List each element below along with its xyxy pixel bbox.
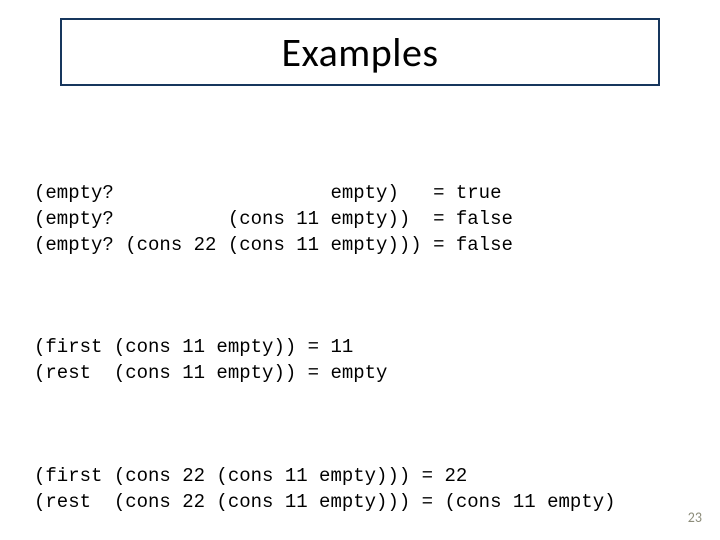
code-line: (rest (cons 22 (cons 11 empty))) = (cons… [34,491,616,513]
code-line: (empty? empty) = true [34,182,501,204]
slide-title: Examples [282,28,439,77]
page-number: 23 [688,509,702,526]
code-line: (rest (cons 11 empty)) = empty [34,362,387,384]
example-block-first-rest-2: (first (cons 22 (cons 11 empty))) = 22 (… [34,464,694,515]
example-block-first-rest-1: (first (cons 11 empty)) = 11 (rest (cons… [34,335,694,386]
title-box: Examples [60,18,660,86]
example-block-empty: (empty? empty) = true (empty? (cons 11 e… [34,181,694,258]
code-line: (empty? (cons 22 (cons 11 empty))) = fal… [34,234,513,256]
code-line: (empty? (cons 11 empty)) = false [34,208,513,230]
code-line: (first (cons 22 (cons 11 empty))) = 22 [34,465,467,487]
code-area: (empty? empty) = true (empty? (cons 11 e… [34,130,694,540]
code-line: (first (cons 11 empty)) = 11 [34,336,353,358]
